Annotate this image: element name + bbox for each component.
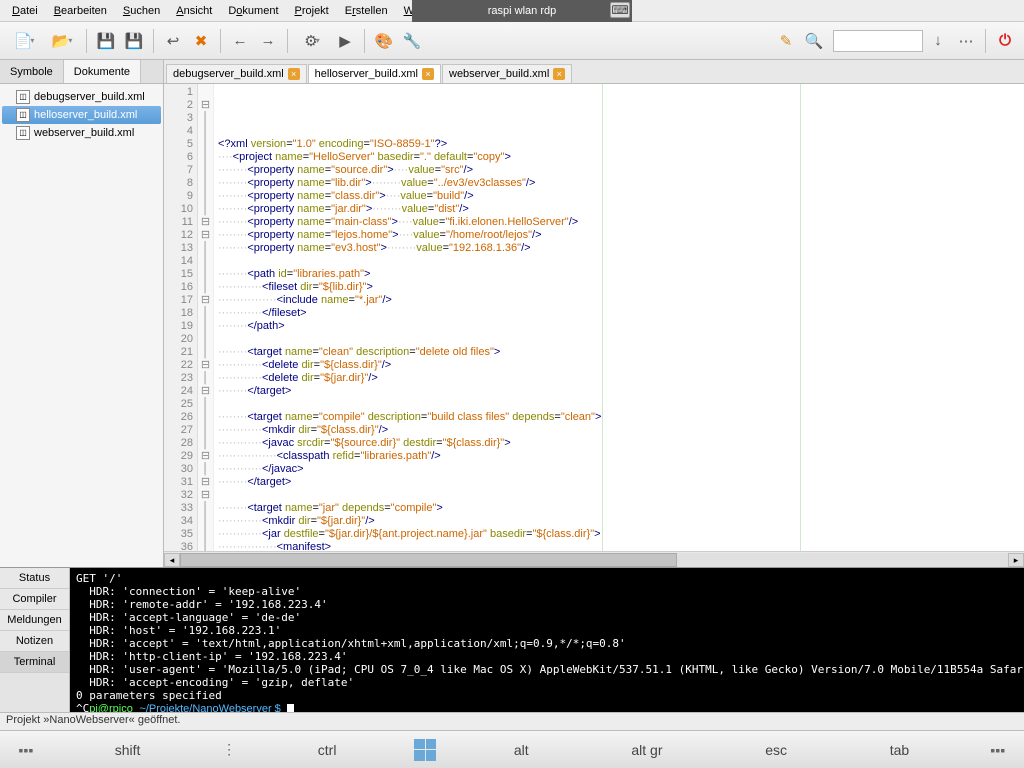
- nav-back-button[interactable]: ←: [227, 28, 253, 54]
- separator: [86, 29, 87, 53]
- menu-projekt[interactable]: Projekt: [287, 3, 337, 19]
- terminal-output[interactable]: GET '/' HDR: 'connection' = 'keep-alive'…: [70, 568, 1024, 712]
- close-icon[interactable]: ×: [422, 68, 434, 80]
- osk-alt[interactable]: alt: [486, 736, 557, 764]
- document-tree[interactable]: ◫debugserver_build.xml◫helloserver_build…: [0, 84, 163, 567]
- code-editor[interactable]: 1234567891011121314151617181920212223242…: [164, 84, 1024, 551]
- osk-esc[interactable]: esc: [737, 736, 815, 764]
- close-button[interactable]: ✖: [188, 28, 214, 54]
- osk-tab[interactable]: tab: [862, 736, 937, 764]
- menu-datei[interactable]: Datei: [4, 3, 46, 19]
- bottom-tabs: StatusCompilerMeldungenNotizenTerminal: [0, 568, 70, 712]
- tool-button[interactable]: 🔧: [399, 28, 425, 54]
- tree-item[interactable]: ◫helloserver_build.xml: [2, 106, 161, 124]
- tree-item[interactable]: ◫debugserver_build.xml: [0, 88, 163, 106]
- scroll-left-arrow[interactable]: ◂: [164, 553, 180, 567]
- misc-button[interactable]: ⋯: [953, 28, 979, 54]
- separator: [287, 29, 288, 53]
- tab-documents[interactable]: Dokumente: [64, 60, 141, 83]
- menu-erstellen[interactable]: Erstellen: [337, 3, 396, 19]
- bottom-tab-notizen[interactable]: Notizen: [0, 631, 69, 652]
- rdp-title-overlay: raspi wlan rdp: [412, 0, 632, 22]
- editor-area: debugserver_build.xml×helloserver_build.…: [164, 60, 1024, 567]
- separator: [153, 29, 154, 53]
- osk-shift[interactable]: shift: [87, 736, 169, 764]
- search-input[interactable]: [833, 30, 923, 52]
- separator: [364, 29, 365, 53]
- menu-ansicht[interactable]: Ansicht: [168, 3, 220, 19]
- osk-left-icon[interactable]: ▪▪▪: [12, 740, 40, 760]
- bottom-tab-status[interactable]: Status: [0, 568, 69, 589]
- tree-item[interactable]: ◫webserver_build.xml: [0, 124, 163, 142]
- file-tabs: debugserver_build.xml×helloserver_build.…: [164, 60, 1024, 84]
- jump-button[interactable]: ✎: [773, 28, 799, 54]
- bottom-tab-terminal[interactable]: Terminal: [0, 652, 69, 673]
- close-icon[interactable]: ×: [553, 68, 565, 80]
- quit-button[interactable]: ⏻: [992, 28, 1018, 54]
- separator: [220, 29, 221, 53]
- sidebar-tabs: Symbole Dokumente: [0, 60, 163, 84]
- new-file-button[interactable]: 📄▾: [6, 28, 42, 54]
- on-screen-keyboard: ▪▪▪ shift ⋮ ctrl alt alt gr esc tab ▪▪▪: [0, 730, 1024, 768]
- horizontal-scrollbar[interactable]: ◂ ▸: [164, 551, 1024, 567]
- tab-symbols[interactable]: Symbole: [0, 60, 64, 83]
- pick-color-button[interactable]: 🎨: [371, 28, 397, 54]
- bottom-panel: StatusCompilerMeldungenNotizenTerminal G…: [0, 567, 1024, 712]
- keyboard-icon[interactable]: [610, 2, 630, 18]
- save-button[interactable]: 💾: [93, 28, 119, 54]
- separator: [985, 29, 986, 53]
- save-all-button[interactable]: 💾: [121, 28, 147, 54]
- sidebar: Symbole Dokumente ◫debugserver_build.xml…: [0, 60, 164, 567]
- goto-line-button[interactable]: ↓: [925, 28, 951, 54]
- code-content[interactable]: <?xml version="1.0" encoding="ISO-8859-1…: [214, 84, 1024, 551]
- toolbar: 📄▾ 📂▾ 💾 💾 ↩ ✖ ← → ⚙▾ ▶ 🎨 🔧 ✎ 🔍 ↓ ⋯ ⏻: [0, 22, 1024, 60]
- open-file-button[interactable]: 📂▾: [44, 28, 80, 54]
- scroll-right-arrow[interactable]: ▸: [1008, 553, 1024, 567]
- osk-dots-icon[interactable]: ⋮: [215, 740, 243, 760]
- close-icon[interactable]: ×: [288, 68, 300, 80]
- file-tab[interactable]: webserver_build.xml×: [442, 64, 572, 83]
- bottom-tab-meldungen[interactable]: Meldungen: [0, 610, 69, 631]
- osk-ctrl[interactable]: ctrl: [290, 736, 365, 764]
- menu-bearbeiten[interactable]: Bearbeiten: [46, 3, 115, 19]
- file-tab[interactable]: debugserver_build.xml×: [166, 64, 307, 83]
- windows-logo-icon[interactable]: [411, 740, 439, 760]
- osk-altgr[interactable]: alt gr: [603, 736, 690, 764]
- line-gutter: 1234567891011121314151617181920212223242…: [164, 84, 198, 551]
- reload-button[interactable]: ↩: [160, 28, 186, 54]
- menu-suchen[interactable]: Suchen: [115, 3, 168, 19]
- run-button[interactable]: ▶: [332, 28, 358, 54]
- bottom-tab-compiler[interactable]: Compiler: [0, 589, 69, 610]
- find-button[interactable]: 🔍: [801, 28, 827, 54]
- statusbar: Projekt »NanoWebserver« geöffnet.: [0, 712, 1024, 730]
- fold-column[interactable]: ⊟││││││││⊟⊟││││⊟││││⊟│⊟││││⊟│⊟⊟││││││⊟⊟│…: [198, 84, 214, 551]
- file-tab[interactable]: helloserver_build.xml×: [308, 64, 441, 83]
- menu-dokument[interactable]: Dokument: [220, 3, 286, 19]
- build-button[interactable]: ⚙▾: [294, 28, 330, 54]
- osk-right-icon[interactable]: ▪▪▪: [984, 740, 1012, 760]
- nav-forward-button[interactable]: →: [255, 28, 281, 54]
- main-area: Symbole Dokumente ◫debugserver_build.xml…: [0, 60, 1024, 567]
